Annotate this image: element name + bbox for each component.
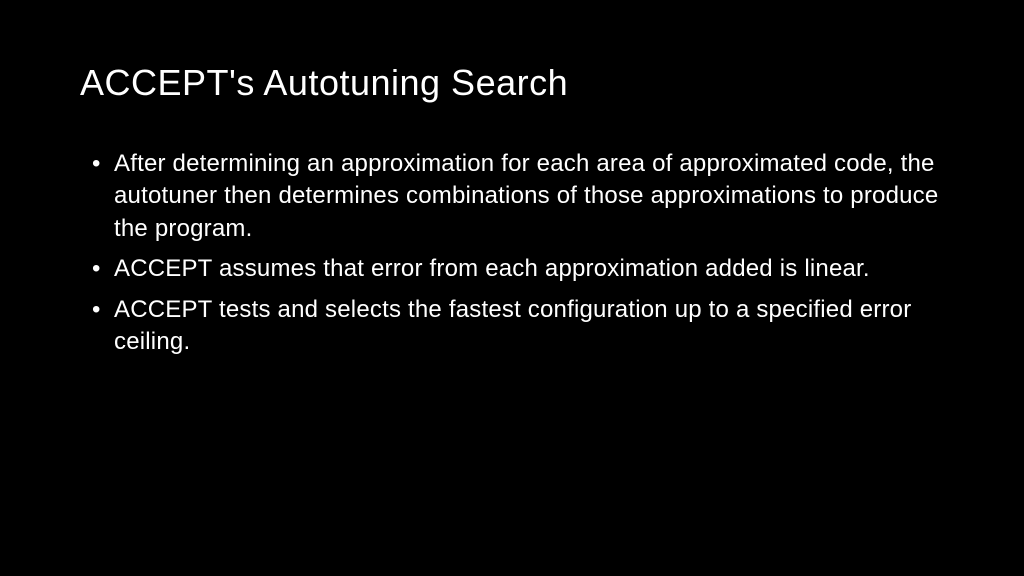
- bullet-list: After determining an approximation for e…: [80, 148, 944, 358]
- slide-title: ACCEPT's Autotuning Search: [80, 62, 944, 104]
- list-item: After determining an approximation for e…: [92, 148, 944, 245]
- list-item: ACCEPT tests and selects the fastest con…: [92, 294, 944, 359]
- list-item: ACCEPT assumes that error from each appr…: [92, 253, 944, 285]
